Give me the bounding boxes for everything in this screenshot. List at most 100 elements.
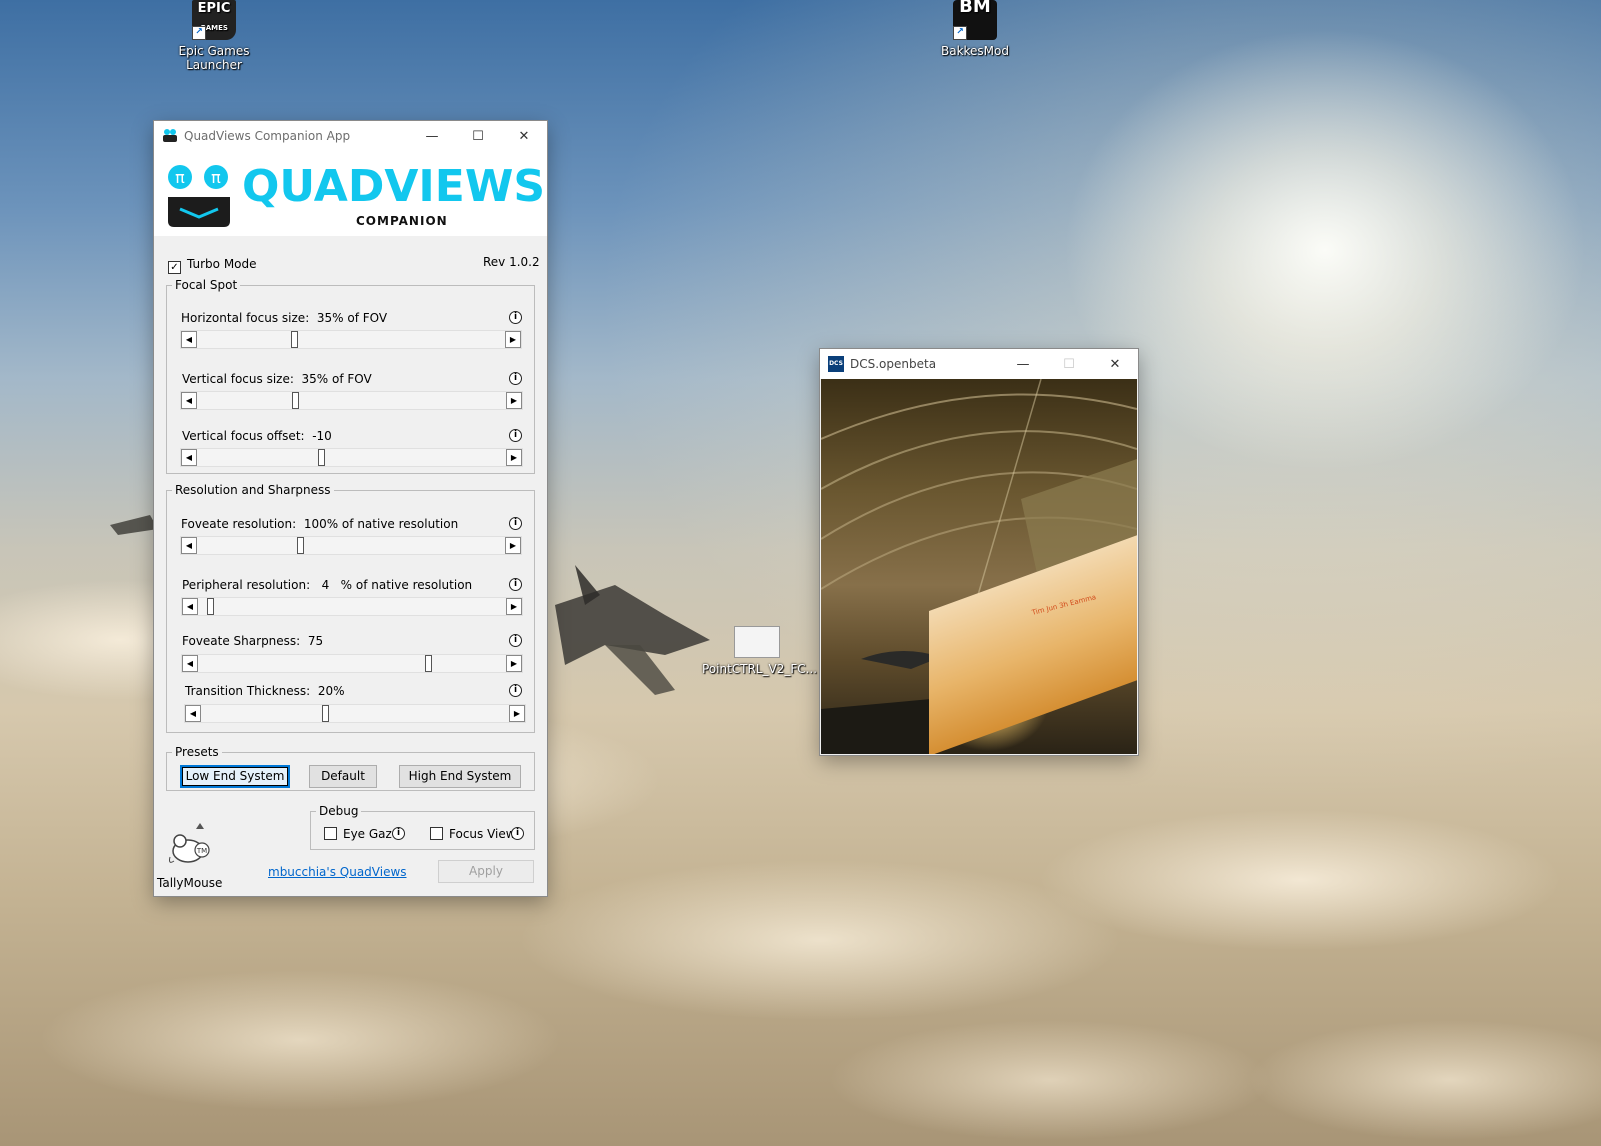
slider-thumb[interactable] bbox=[318, 449, 325, 466]
slider-thumb[interactable] bbox=[297, 537, 304, 554]
slider-right-arrow-icon[interactable]: ▶ bbox=[505, 331, 521, 348]
desktop-icon-bakkesmod[interactable]: BM ↗ BakkesMod bbox=[930, 0, 1020, 58]
close-button[interactable]: ✕ bbox=[501, 121, 547, 151]
slider-left-arrow-icon[interactable]: ◀ bbox=[181, 392, 197, 409]
vertical-focus-info-icon[interactable]: i bbox=[509, 372, 522, 385]
peripheral-resolution-info-icon[interactable]: i bbox=[509, 578, 522, 591]
transition-thickness-info-icon[interactable]: i bbox=[509, 684, 522, 697]
quadviews-banner: π π QUADVIEWS COMPANION bbox=[154, 151, 547, 236]
slider-right-arrow-icon[interactable]: ▶ bbox=[506, 598, 522, 615]
horizontal-focus-value: 35% of FOV bbox=[316, 311, 388, 325]
slider-left-arrow-icon[interactable]: ◀ bbox=[182, 655, 198, 672]
focus-view-checkbox[interactable]: Focus View bbox=[430, 827, 516, 841]
turbo-mode-label: Turbo Mode bbox=[187, 257, 257, 271]
foveate-sharpness-value: 75 bbox=[307, 634, 324, 648]
maximize-button[interactable]: ☐ bbox=[1046, 349, 1092, 379]
focus-view-info-icon[interactable]: i bbox=[511, 827, 524, 840]
eye-gaze-label: Eye Gaze bbox=[343, 827, 400, 841]
vertical-focus-label: Vertical focus size: 35% of FOV bbox=[182, 372, 372, 386]
peripheral-resolution-label: Peripheral resolution: 4 % of native res… bbox=[182, 578, 473, 592]
logo-subtitle: COMPANION bbox=[356, 214, 448, 228]
foveate-sharpness-slider[interactable]: ◀ ▶ bbox=[181, 654, 523, 673]
minimize-button[interactable]: — bbox=[409, 121, 455, 151]
desktop-icon-label: BakkesMod bbox=[940, 44, 1009, 58]
quadviews-titlebar[interactable]: QuadViews Companion App — ☐ ✕ bbox=[154, 121, 547, 151]
shortcut-arrow-icon: ↗ bbox=[953, 26, 967, 40]
tallymouse-mascot-icon: TM bbox=[169, 823, 210, 863]
slider-right-arrow-icon[interactable]: ▶ bbox=[509, 705, 525, 722]
slider-thumb[interactable] bbox=[291, 331, 298, 348]
mbucchia-quadviews-link[interactable]: mbucchia's QuadViews bbox=[268, 865, 407, 879]
resolution-legend: Resolution and Sharpness bbox=[175, 483, 331, 497]
apply-button[interactable]: Apply bbox=[438, 860, 534, 883]
slider-right-arrow-icon[interactable]: ▶ bbox=[505, 537, 521, 554]
turbo-mode-check-icon: ✓ bbox=[168, 261, 181, 274]
slider-left-arrow-icon[interactable]: ◀ bbox=[185, 705, 201, 722]
eye-gaze-checkbox[interactable]: Eye Gaze bbox=[324, 827, 399, 841]
turbo-mode-checkbox[interactable]: ✓ Turbo Mode bbox=[168, 257, 257, 274]
slider-right-arrow-icon[interactable]: ▶ bbox=[506, 655, 522, 672]
vertical-focus-value: 35% of FOV bbox=[301, 372, 372, 386]
quadviews-app-icon bbox=[163, 129, 177, 142]
slider-left-arrow-icon[interactable]: ◀ bbox=[181, 449, 197, 466]
slider-thumb[interactable] bbox=[292, 392, 299, 409]
default-preset-button[interactable]: Default bbox=[309, 765, 377, 788]
focus-view-label: Focus View bbox=[449, 827, 516, 841]
desktop-icon-epic-games[interactable]: EPIC GAMES ↗ Epic Games Launcher bbox=[169, 0, 259, 72]
foveate-resolution-value: 100% of native resolution bbox=[303, 517, 459, 531]
dcs-titlebar[interactable]: DCS DCS.openbeta — ☐ ✕ bbox=[820, 349, 1138, 379]
foveate-resolution-label: Foveate resolution: 100% of native resol… bbox=[181, 517, 459, 531]
slider-left-arrow-icon[interactable]: ◀ bbox=[181, 331, 197, 348]
slider-thumb[interactable] bbox=[425, 655, 432, 672]
desktop-icon-pointctrl[interactable]: PointCTRL_V2_FC... bbox=[702, 626, 818, 676]
horizontal-focus-slider[interactable]: ◀ ▶ bbox=[180, 330, 522, 349]
transition-thickness-label: Transition Thickness: 20% bbox=[185, 684, 345, 698]
peripheral-resolution-slider[interactable]: ◀ ▶ bbox=[181, 597, 523, 616]
document-file-icon bbox=[734, 626, 780, 658]
peripheral-resolution-suffix: % of native resolution bbox=[340, 578, 473, 592]
quadviews-window: QuadViews Companion App — ☐ ✕ π π QUADVI… bbox=[154, 121, 547, 896]
vertical-offset-value: -10 bbox=[312, 429, 332, 443]
desktop-icon-label-2: Launcher bbox=[186, 58, 242, 72]
transition-thickness-value: 20% bbox=[317, 684, 345, 698]
horizontal-focus-info-icon[interactable]: i bbox=[509, 311, 522, 324]
dcs-app-icon: DCS bbox=[828, 356, 844, 372]
eye-gaze-check-icon bbox=[324, 827, 337, 840]
svg-text:π: π bbox=[175, 168, 185, 187]
eye-gaze-info-icon[interactable]: i bbox=[392, 827, 405, 840]
maximize-button[interactable]: ☐ bbox=[455, 121, 501, 151]
vertical-offset-slider[interactable]: ◀ ▶ bbox=[180, 448, 523, 467]
desktop-icon-label: PointCTRL_V2_FC... bbox=[702, 662, 818, 676]
slider-left-arrow-icon[interactable]: ◀ bbox=[182, 598, 198, 615]
vertical-focus-slider[interactable]: ◀ ▶ bbox=[180, 391, 523, 410]
quadviews-body: ✓ Turbo Mode Rev 1.0.2 Focal Spot Horizon… bbox=[154, 236, 547, 896]
desktop-icon-label: Epic Games bbox=[178, 44, 250, 58]
slider-thumb[interactable] bbox=[322, 705, 329, 722]
horizontal-focus-label: Horizontal focus size: 35% of FOV bbox=[181, 311, 388, 325]
svg-text:π: π bbox=[211, 168, 221, 187]
foveate-sharpness-label: Foveate Sharpness: 75 bbox=[182, 634, 324, 648]
bakkesmod-icon: BM ↗ bbox=[953, 0, 997, 40]
foveate-sharpness-info-icon[interactable]: i bbox=[509, 634, 522, 647]
low-end-system-button[interactable]: Low End System bbox=[180, 765, 290, 788]
shortcut-arrow-icon: ↗ bbox=[192, 26, 206, 40]
dcs-game-viewport[interactable]: Tim Jun 3h Eamma bbox=[821, 379, 1137, 754]
transition-thickness-slider[interactable]: ◀ ▶ bbox=[184, 704, 526, 723]
slider-left-arrow-icon[interactable]: ◀ bbox=[181, 537, 197, 554]
peripheral-resolution-value: 4 bbox=[321, 578, 330, 592]
close-button[interactable]: ✕ bbox=[1092, 349, 1138, 379]
focal-spot-legend: Focal Spot bbox=[175, 278, 238, 292]
fighter-jet-image bbox=[555, 565, 710, 695]
slider-thumb[interactable] bbox=[207, 598, 214, 615]
minimize-button[interactable]: — bbox=[1000, 349, 1046, 379]
dcs-window-title: DCS.openbeta bbox=[850, 357, 937, 371]
bm-glyph-text: BM bbox=[959, 0, 991, 17]
high-end-system-button[interactable]: High End System bbox=[399, 765, 521, 788]
jet-wingtip-image bbox=[110, 515, 158, 535]
slider-right-arrow-icon[interactable]: ▶ bbox=[506, 449, 522, 466]
slider-right-arrow-icon[interactable]: ▶ bbox=[506, 392, 522, 409]
foveate-resolution-info-icon[interactable]: i bbox=[509, 517, 522, 530]
vertical-offset-info-icon[interactable]: i bbox=[509, 429, 522, 442]
logo-wordmark: QUADVIEWS bbox=[242, 161, 546, 212]
foveate-resolution-slider[interactable]: ◀ ▶ bbox=[180, 536, 522, 555]
